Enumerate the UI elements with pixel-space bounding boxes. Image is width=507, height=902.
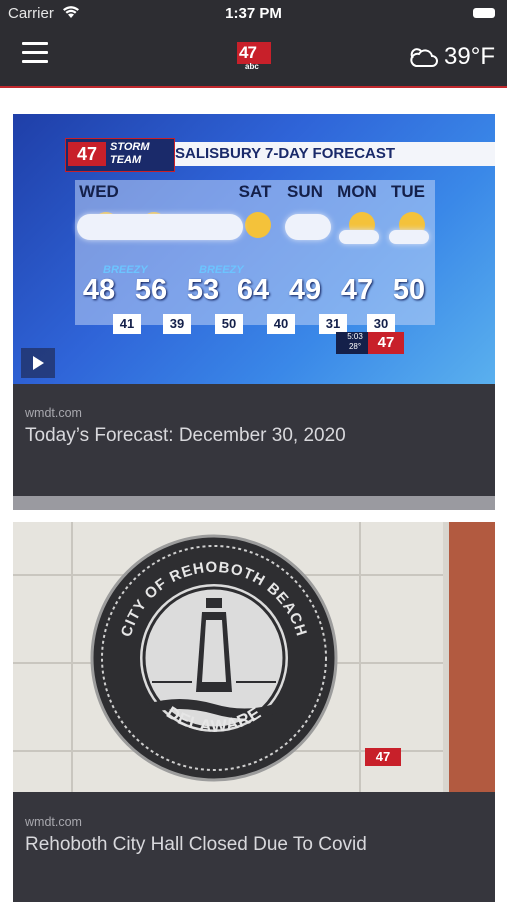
forecast-day: SAT [238, 182, 272, 201]
forecast-high: 50 [392, 274, 426, 306]
cloud-icon [285, 214, 331, 240]
forecast-day: TUE [391, 182, 425, 201]
forecast-low: 41 [113, 314, 141, 334]
cloud-icon [77, 214, 243, 240]
weather-widget[interactable]: 39°F [408, 42, 495, 72]
forecast-high: 64 [236, 274, 270, 306]
cloud-icon [410, 48, 438, 67]
news-card[interactable]: 47 STORM TEAM SALISBURY 7-DAY FORECAST W… [13, 114, 495, 510]
status-time: 1:37 PM [225, 5, 282, 22]
logo-subtext: abc [245, 62, 259, 71]
news-feed: 47 STORM TEAM SALISBURY 7-DAY FORECAST W… [13, 114, 495, 902]
sun-icon [245, 212, 271, 238]
temperature-label: 39°F [444, 43, 495, 70]
forecast-high: 53 [186, 274, 220, 306]
card-source: wmdt.com [25, 406, 82, 420]
top-nav-bar: 47 abc 39°F [0, 28, 507, 88]
cloud-icon [339, 230, 379, 244]
card-title[interactable]: Today’s Forecast: December 30, 2020 [25, 425, 346, 447]
brick-wall [449, 522, 495, 792]
logo-badge: 47 [237, 42, 271, 64]
forecast-thumbnail: 47 STORM TEAM SALISBURY 7-DAY FORECAST W… [13, 114, 495, 384]
battery-icon [473, 8, 495, 18]
news-card[interactable]: CITY OF REHOBOTH BEACH DELAWARE 47 wmdt.… [13, 522, 495, 902]
forecast-high: 47 [340, 274, 374, 306]
forecast-high: 48 [82, 274, 116, 306]
city-seal-thumbnail: CITY OF REHOBOTH BEACH DELAWARE 47 [13, 522, 495, 792]
forecast-low: 31 [319, 314, 347, 334]
forecast-low: 50 [215, 314, 243, 334]
hamburger-menu-icon[interactable] [22, 42, 48, 64]
forecast-low: 40 [267, 314, 295, 334]
forecast-high: 56 [134, 274, 168, 306]
forecast-low: 30 [367, 314, 395, 334]
card-title[interactable]: Rehoboth City Hall Closed Due To Covid [25, 834, 367, 856]
cloud-icon [389, 230, 429, 244]
corner-logo: 47 [368, 332, 404, 354]
forecast-day: SUN [287, 182, 323, 201]
corner-logo: 47 [365, 748, 401, 766]
storm-team-logo: 47 STORM TEAM [65, 138, 175, 172]
forecast-day: WED [79, 182, 119, 201]
status-bar: Carrier 1:37 PM [0, 0, 507, 28]
forecast-day: MON [337, 182, 377, 201]
forecast-high: 49 [288, 274, 322, 306]
forecast-header-text: SALISBURY 7-DAY FORECAST [175, 145, 396, 162]
play-button[interactable] [21, 348, 55, 378]
station-logo[interactable]: 47 abc [237, 40, 273, 72]
card-source: wmdt.com [25, 815, 82, 829]
city-seal: CITY OF REHOBOTH BEACH DELAWARE [90, 534, 338, 782]
forecast-low: 39 [163, 314, 191, 334]
